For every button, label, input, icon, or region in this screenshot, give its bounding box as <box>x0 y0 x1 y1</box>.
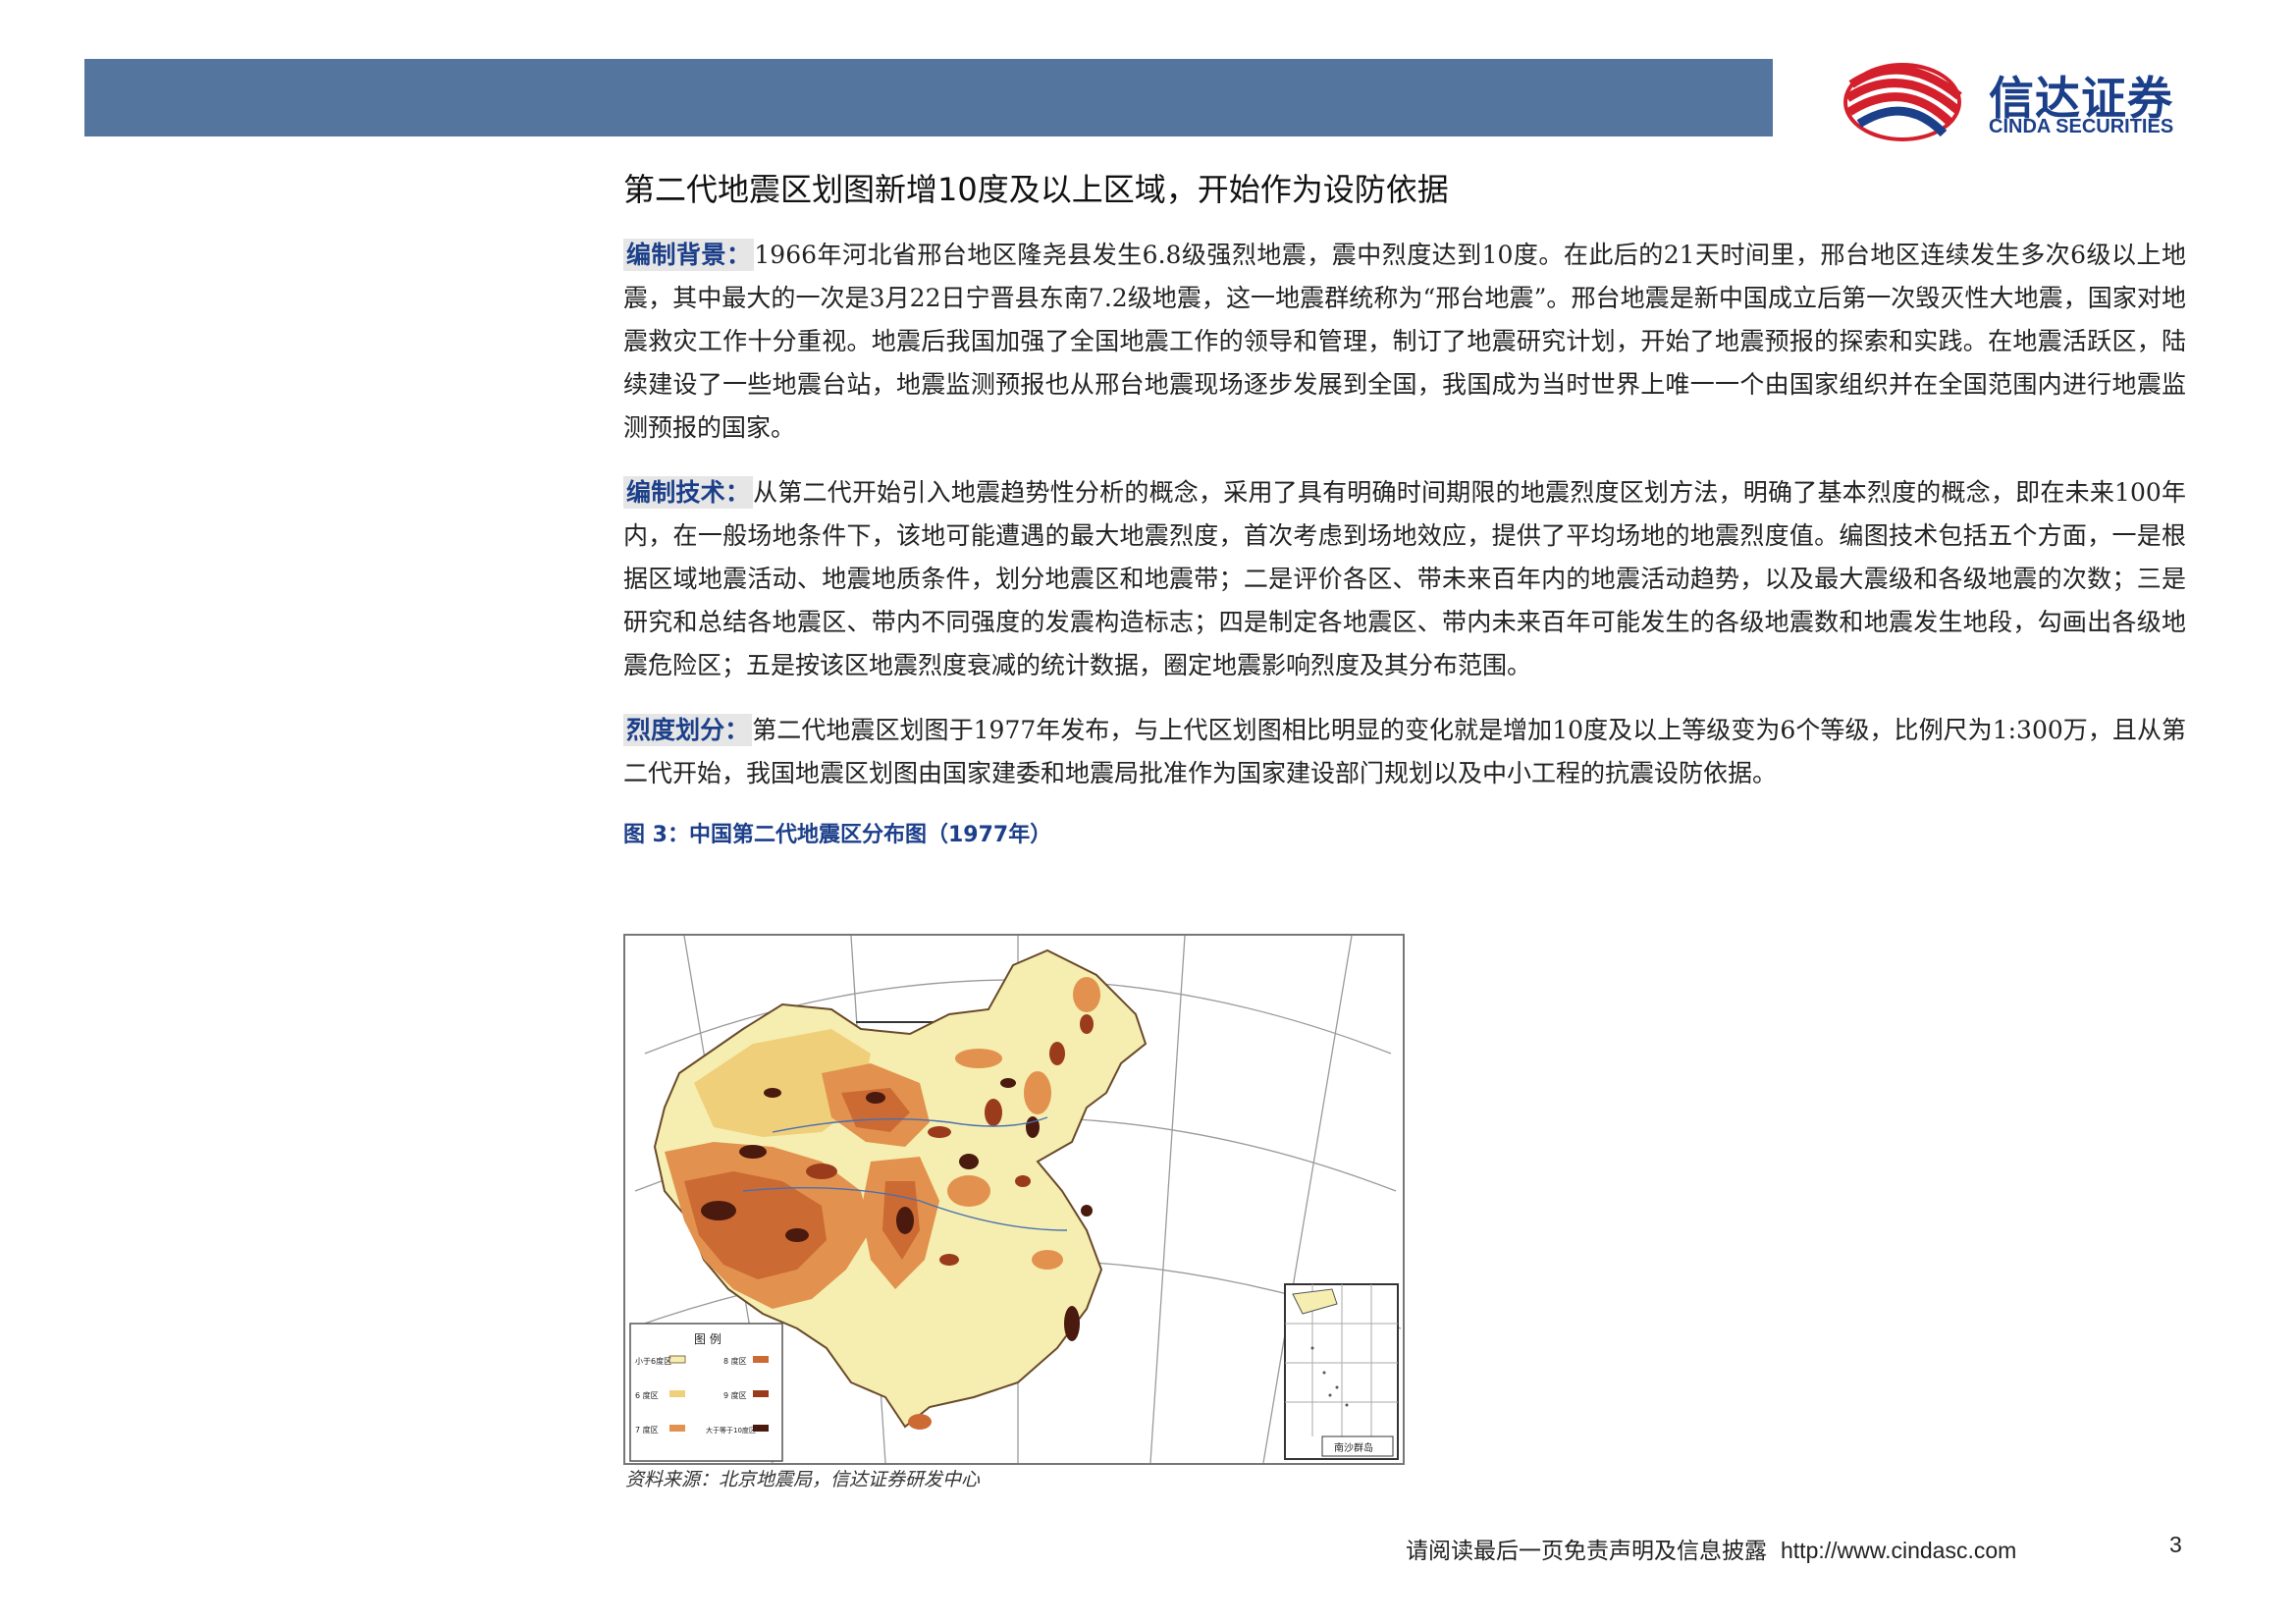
legend-label: 小于6度区 <box>635 1356 671 1366</box>
paragraph-text: 从第二代开始引入地震趋势性分析的概念，采用了具有明确时间期限的地震烈度区划方法，… <box>623 478 2186 679</box>
cinda-logo-icon <box>1843 63 1962 141</box>
header-bar <box>84 59 1773 136</box>
main-content: 第二代地震区划图新增10度及以上区域，开始作为设防依据 编制背景： 1966年河北… <box>623 167 2186 848</box>
legend-label: 8 度区 <box>723 1356 747 1366</box>
paragraph-background: 编制背景： 1966年河北省邢台地区隆尧县发生6.8级强烈地震，震中烈度达到10度… <box>623 234 2186 450</box>
map-legend: 图 例 小于6度区 8 度区 6 度区 9 度区 7 度区 大于等于10度区 <box>629 1323 783 1462</box>
legend-label: 6 度区 <box>635 1390 659 1400</box>
paragraph-technique: 编制技术： 从第二代开始引入地震趋势性分析的概念，采用了具有明确时间期限的地震烈度… <box>623 471 2186 687</box>
south-china-sea-inset: 南沙群岛 <box>1284 1283 1399 1460</box>
inset-label: 南沙群岛 <box>1334 1441 1373 1454</box>
figure-source: 资料来源：北京地震局，信达证券研发中心 <box>625 1469 981 1490</box>
footer: 请阅读最后一页免责声明及信息披露 http://www.cindasc.com <box>1406 1532 2016 1565</box>
legend-label: 大于等于10度区 <box>706 1426 756 1435</box>
paragraph-label: 烈度划分： <box>623 714 753 746</box>
paragraph-text: 第二代地震区划图于1977年发布，与上代区划图相比明显的变化就是增加10度及以上… <box>623 716 2186 787</box>
section-title: 第二代地震区划图新增10度及以上区域，开始作为设防依据 <box>623 171 1449 208</box>
map-image: 图 例 小于6度区 8 度区 6 度区 9 度区 7 度区 大于等于10度区 南… <box>625 936 1403 1463</box>
legend-title: 图 例 <box>694 1332 721 1346</box>
legend-label: 9 度区 <box>723 1390 747 1400</box>
figure-caption: 图 3：中国第二代地震区分布图（1977年） <box>623 823 1052 847</box>
paragraph-label: 编制背景： <box>623 239 755 271</box>
paragraph-intensity: 烈度划分： 第二代地震区划图于1977年发布，与上代区划图相比明显的变化就是增加1… <box>623 709 2186 795</box>
legend-label: 7 度区 <box>635 1425 659 1435</box>
paragraph-label: 编制技术： <box>623 476 754 509</box>
cinda-logo: 信达证券 CINDA SECURITIES <box>1834 55 2226 143</box>
seismic-zone-map: 图 例 小于6度区 8 度区 6 度区 9 度区 7 度区 大于等于10度区 南… <box>623 934 1405 1465</box>
footer-disclaimer: 请阅读最后一页免责声明及信息披露 <box>1406 1539 1767 1564</box>
footer-url-link[interactable]: http://www.cindasc.com <box>1781 1538 2016 1563</box>
page-number: 3 <box>2169 1532 2182 1557</box>
logo-text-en: CINDA SECURITIES <box>1989 116 2174 137</box>
paragraph-text: 1966年河北省邢台地区隆尧县发生6.8级强烈地震，震中烈度达到10度。在此后的… <box>623 241 2186 442</box>
